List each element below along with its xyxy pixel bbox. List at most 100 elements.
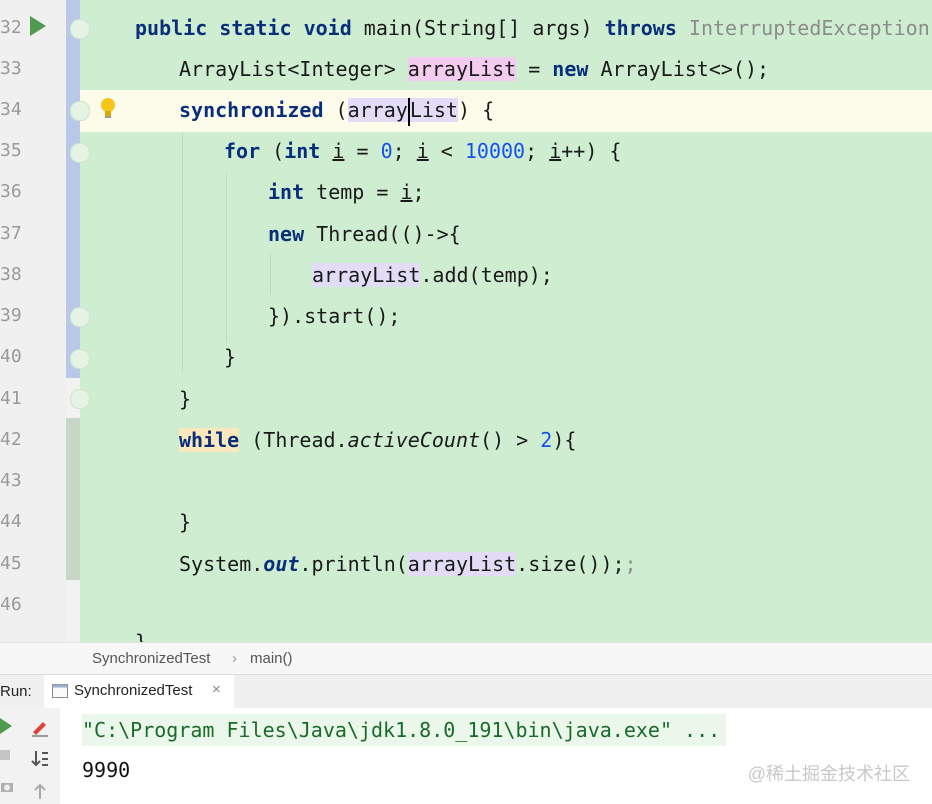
keyword-while: while — [179, 428, 240, 452]
code-text: = — [344, 139, 381, 163]
code-text: ; — [412, 180, 425, 204]
code-text: .size()); — [516, 552, 625, 576]
closing-brace: } — [179, 510, 192, 534]
console-output[interactable]: "C:\Program Files\Java\jdk1.8.0_191\bin\… — [60, 708, 932, 804]
sort-down-icon[interactable] — [30, 750, 50, 768]
fold-icon[interactable] — [70, 143, 90, 163]
code-text: ( — [323, 98, 348, 122]
keyword: public static void — [135, 16, 352, 40]
code-text: ( — [260, 139, 285, 163]
line-number: 43 — [0, 470, 22, 491]
line-number: 38 — [0, 264, 22, 285]
run-toolbar — [0, 708, 61, 804]
code-text: ; — [392, 139, 417, 163]
pencil-icon[interactable] — [30, 718, 50, 738]
variable-arraylist: arrayList — [407, 57, 517, 81]
fold-icon[interactable] — [70, 349, 90, 369]
line-number: 34 — [0, 99, 22, 120]
code-line-34[interactable]: synchronized (array List) { — [179, 90, 494, 130]
code-line-45[interactable]: System.out.println(arrayList.size());; — [179, 544, 637, 584]
number-literal: 10000 — [464, 139, 526, 163]
variable-i: i — [400, 180, 413, 204]
unused-exception: InterruptedException — [676, 16, 930, 40]
variable-i: i — [416, 139, 429, 163]
stop-icon[interactable] — [0, 750, 10, 760]
rerun-icon[interactable] — [0, 718, 12, 734]
keyword: int — [268, 180, 305, 204]
code-line-38[interactable]: arrayList.add(temp); — [312, 255, 553, 295]
code-text: ArrayList<>(); — [588, 57, 770, 81]
closing-brace: } — [135, 630, 148, 642]
breadcrumb-class[interactable]: SynchronizedTest — [92, 650, 210, 667]
variable-part: List — [409, 98, 458, 122]
vcs-change-marker[interactable] — [66, 418, 80, 580]
line-number: 39 — [0, 305, 22, 326]
keyword: throws — [604, 16, 677, 40]
line-number: 35 — [0, 140, 22, 161]
code-text: ; — [525, 139, 550, 163]
number-literal: 2 — [540, 428, 553, 452]
variable-i: i — [332, 139, 345, 163]
code-line-47[interactable]: } — [135, 622, 147, 642]
line-number: 37 — [0, 223, 22, 244]
variable-arraylist: arrayList — [407, 552, 517, 576]
indent-guide — [182, 132, 183, 372]
code-line-44[interactable]: } — [179, 502, 191, 542]
camera-icon[interactable] — [0, 780, 14, 794]
variable-part: array — [347, 98, 408, 122]
code-line-41[interactable]: } — [179, 379, 191, 419]
variable-arraylist: arrayList — [347, 97, 458, 126]
run-tool-window-header: Run: SynchronizedTest × — [0, 674, 932, 712]
line-number: 36 — [0, 181, 22, 202]
breadcrumb-method[interactable]: main() — [250, 650, 293, 667]
code-text: < — [428, 139, 465, 163]
up-arrow-icon[interactable] — [32, 782, 48, 800]
fold-icon[interactable] — [70, 307, 90, 327]
code-line-33[interactable]: ArrayList<Integer> arrayList = new Array… — [179, 49, 769, 89]
code-line-35[interactable]: for (int i = 0; i < 10000; i++) { — [224, 131, 621, 171]
variable-arraylist: arrayList — [312, 263, 421, 287]
watermark: @稀土掘金技术社区 — [747, 764, 910, 784]
run-label: Run: — [0, 683, 32, 700]
close-icon[interactable]: × — [212, 681, 221, 698]
code-line-40[interactable]: } — [224, 337, 236, 377]
code-text: ArrayList<Integer> — [179, 57, 408, 81]
variable-i: i — [549, 139, 562, 163]
console-icon — [52, 684, 68, 698]
code-editor[interactable]: 32 33 34 35 36 37 38 39 40 41 42 43 44 4… — [0, 0, 932, 642]
run-gutter-icon[interactable] — [30, 16, 46, 36]
code-text: System. — [179, 552, 264, 576]
line-number: 46 — [0, 594, 22, 615]
breadcrumb-separator: › — [232, 650, 237, 667]
indent-guide — [270, 254, 271, 294]
code-text: }).start(); — [268, 304, 401, 328]
static-field: out — [263, 552, 300, 576]
code-text: temp = — [304, 180, 401, 204]
code-text: ++) { — [561, 139, 622, 163]
keyword: new — [268, 222, 305, 246]
tab-synchronizedtest[interactable]: SynchronizedTest × — [44, 675, 234, 712]
code-text: () > — [480, 428, 541, 452]
line-number: 33 — [0, 58, 22, 79]
fold-icon[interactable] — [70, 101, 90, 121]
code-line-32[interactable]: public static void main(String[] args) t… — [135, 8, 932, 48]
fold-icon[interactable] — [70, 19, 90, 39]
keyword: int — [284, 139, 321, 163]
fold-icon[interactable] — [70, 389, 90, 409]
code-line-39[interactable]: }).start(); — [268, 296, 400, 336]
code-line-37[interactable]: new Thread(()->{ — [268, 214, 461, 254]
breadcrumb: SynchronizedTest › main() — [0, 642, 932, 675]
code-text: Thread(()->{ — [304, 222, 461, 246]
code-text: ) { — [457, 98, 495, 122]
code-text: (Thread. — [239, 428, 348, 452]
code-line-36[interactable]: int temp = i; — [268, 172, 425, 212]
closing-brace: } — [224, 345, 237, 369]
lightbulb-icon[interactable] — [98, 96, 118, 120]
code-line-42[interactable]: while (Thread.activeCount() > 2){ — [179, 420, 576, 460]
number-literal: 0 — [380, 139, 393, 163]
line-gutter: 32 33 34 35 36 37 38 39 40 41 42 43 44 4… — [0, 0, 66, 642]
code-text: = — [516, 57, 553, 81]
keyword: for — [224, 139, 261, 163]
keyword: new — [552, 57, 589, 81]
